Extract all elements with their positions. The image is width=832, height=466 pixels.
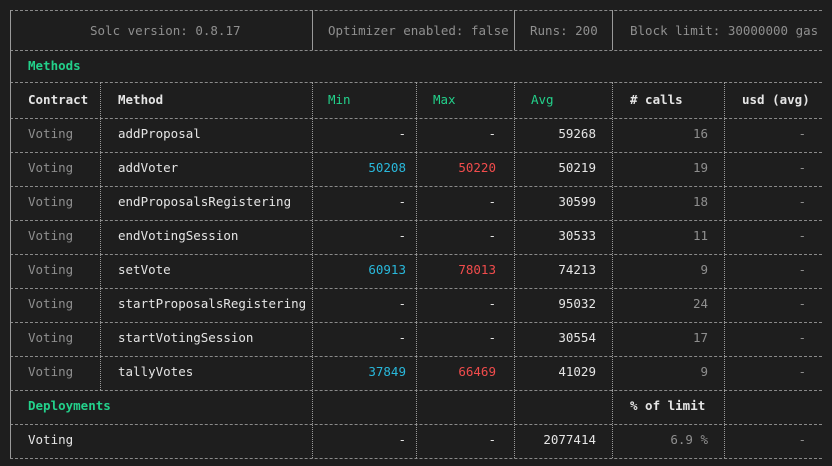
row-min: 37849	[368, 364, 406, 379]
column-divider	[312, 10, 313, 50]
column-header-contract: Contract	[28, 92, 89, 107]
row-max: -	[488, 126, 496, 141]
runs-setting: Runs: 200	[530, 23, 598, 38]
column-divider	[100, 82, 101, 390]
row-avg: 30599	[558, 194, 596, 209]
row-min: -	[398, 330, 406, 345]
row-contract: Voting	[28, 296, 74, 311]
table-border-left	[10, 10, 11, 458]
row-usd: -	[798, 330, 806, 345]
row-contract: Voting	[28, 364, 74, 379]
row-method: startVotingSession	[118, 330, 254, 345]
row-usd: -	[798, 126, 806, 141]
row-avg: 30554	[558, 330, 596, 345]
row-calls: 11	[692, 228, 708, 243]
column-header-max: Max	[433, 92, 456, 107]
row-min: -	[398, 126, 406, 141]
column-header-method: Method	[118, 92, 164, 107]
row-max: 78013	[458, 262, 496, 277]
row-calls: 9	[700, 262, 708, 277]
row-max: 66469	[458, 364, 496, 379]
solc-version: Solc version: 0.8.17	[90, 23, 241, 38]
row-contract: Voting	[28, 194, 74, 209]
row-max: 50220	[458, 160, 496, 175]
row-method: endVotingSession	[118, 228, 239, 243]
deployments-section-title: Deployments	[28, 398, 111, 413]
deployment-usd: -	[798, 432, 806, 447]
row-method: tallyVotes	[118, 364, 194, 379]
row-avg: 30533	[558, 228, 596, 243]
row-usd: -	[798, 228, 806, 243]
row-method: addProposal	[118, 126, 201, 141]
row-method: startProposalsRegistering	[118, 296, 307, 311]
separator	[10, 458, 822, 459]
column-header-percent-limit: % of limit	[630, 398, 706, 413]
separator	[10, 10, 822, 11]
row-avg: 95032	[558, 296, 596, 311]
row-contract: Voting	[28, 126, 74, 141]
row-calls: 16	[692, 126, 708, 141]
row-calls: 19	[692, 160, 708, 175]
row-calls: 9	[700, 364, 708, 379]
column-header-usd: usd (avg)	[742, 92, 810, 107]
deployment-percent: 6.9 %	[670, 432, 708, 447]
row-method: addVoter	[118, 160, 179, 175]
row-calls: 17	[692, 330, 708, 345]
column-header-avg: Avg	[531, 92, 554, 107]
column-divider	[612, 390, 613, 424]
row-min: -	[398, 228, 406, 243]
row-usd: -	[798, 194, 806, 209]
block-limit: Block limit: 30000000 gas	[630, 23, 819, 38]
deployment-min: -	[398, 432, 406, 447]
row-contract: Voting	[28, 228, 74, 243]
row-calls: 24	[692, 296, 708, 311]
separator	[10, 50, 822, 51]
row-avg: 41029	[558, 364, 596, 379]
row-max: -	[488, 194, 496, 209]
row-max: -	[488, 228, 496, 243]
row-avg: 74213	[558, 262, 596, 277]
row-calls: 18	[692, 194, 708, 209]
column-header-calls: # calls	[630, 92, 683, 107]
deployment-contract: Voting	[28, 432, 74, 447]
row-usd: -	[798, 262, 806, 277]
column-divider	[724, 390, 725, 458]
optimizer-setting: Optimizer enabled: false	[328, 23, 509, 38]
row-max: -	[488, 296, 496, 311]
row-usd: -	[798, 160, 806, 175]
deployment-avg: 2077414	[543, 432, 596, 447]
row-usd: -	[798, 364, 806, 379]
row-contract: Voting	[28, 330, 74, 345]
row-avg: 50219	[558, 160, 596, 175]
row-usd: -	[798, 296, 806, 311]
row-contract: Voting	[28, 262, 74, 277]
row-avg: 59268	[558, 126, 596, 141]
deployment-max: -	[488, 432, 496, 447]
methods-section-title: Methods	[28, 58, 81, 73]
row-method: setVote	[118, 262, 171, 277]
column-header-min: Min	[328, 92, 351, 107]
row-contract: Voting	[28, 160, 74, 175]
column-divider	[514, 10, 515, 50]
row-min: -	[398, 296, 406, 311]
row-min: 50208	[368, 160, 406, 175]
row-max: -	[488, 330, 496, 345]
row-min: 60913	[368, 262, 406, 277]
column-divider	[612, 10, 613, 50]
row-min: -	[398, 194, 406, 209]
row-method: endProposalsRegistering	[118, 194, 292, 209]
